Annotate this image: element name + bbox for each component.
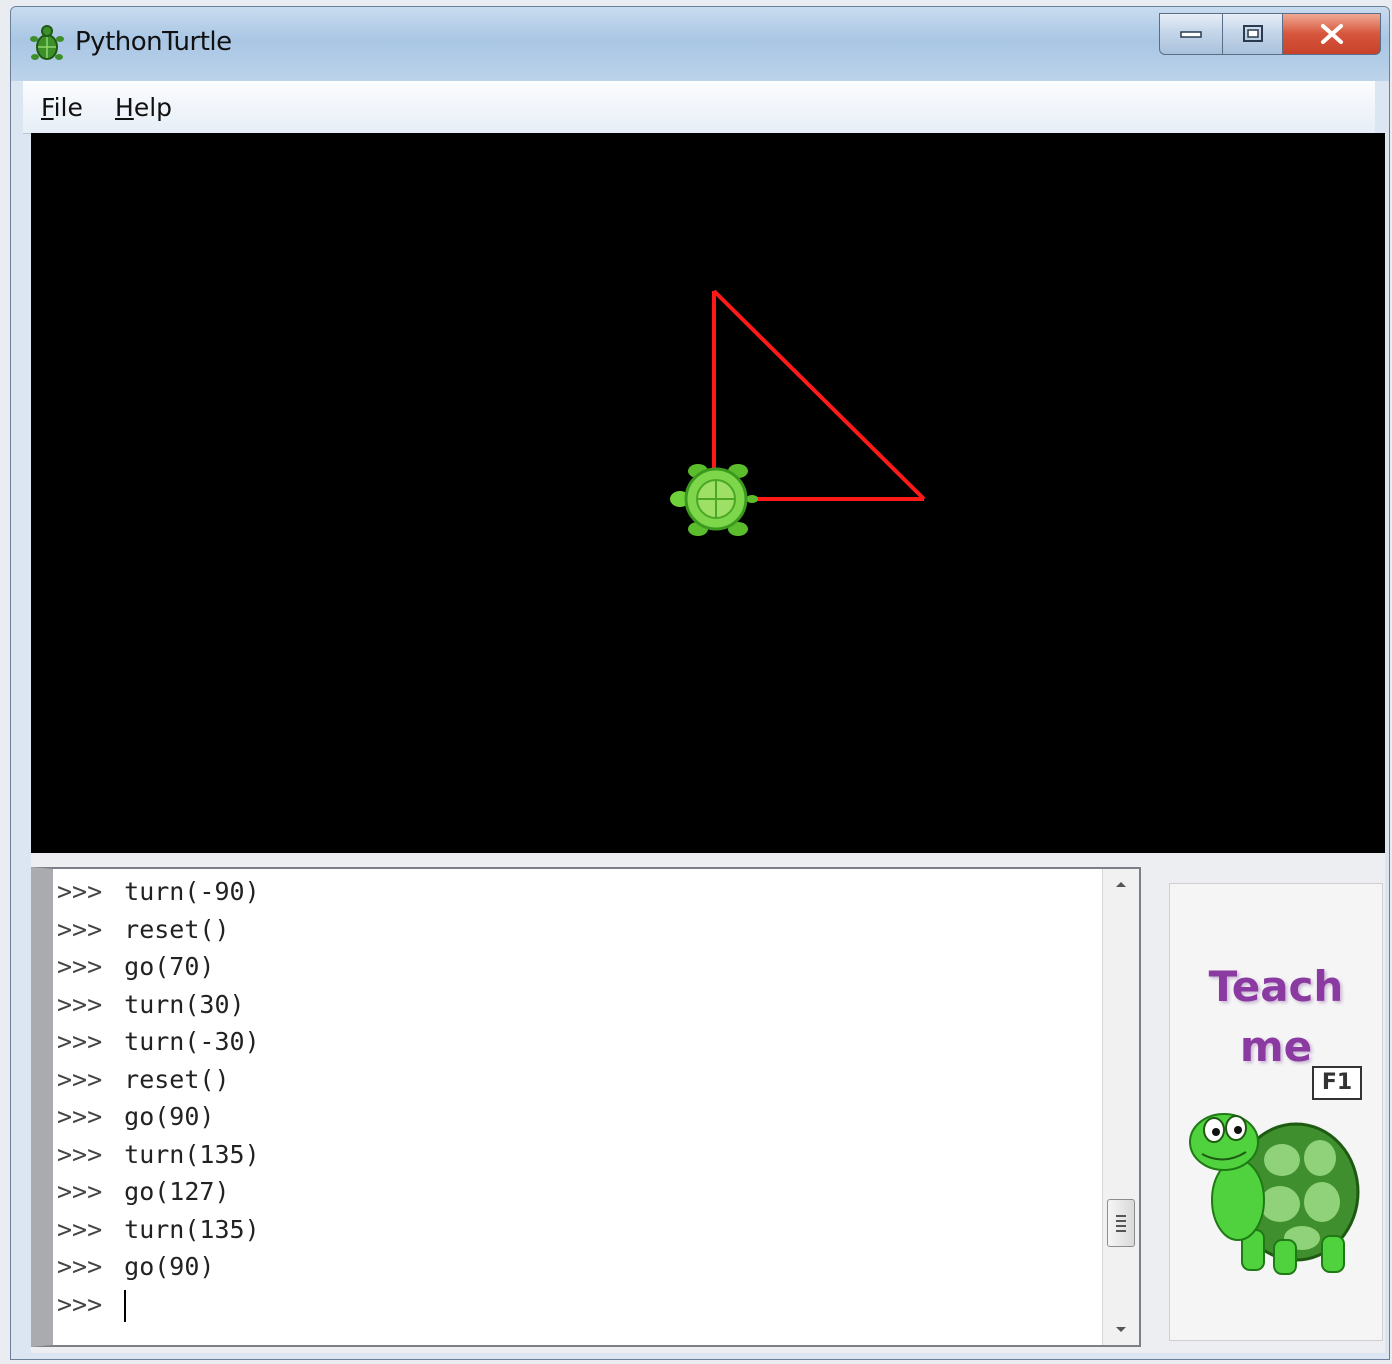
drawing-surface: [670, 289, 926, 536]
close-button[interactable]: [1283, 13, 1381, 55]
scroll-down-button[interactable]: [1103, 1315, 1139, 1345]
shell-command: turn(135): [124, 1214, 260, 1244]
shell-line: >>> turn(-90): [57, 873, 1097, 911]
shell-prompt: >>>: [57, 877, 103, 906]
shell-console[interactable]: >>> turn(-90) >>> reset() >>> go(70) >>> tur…: [31, 867, 1141, 1347]
minimize-icon: [1180, 31, 1202, 38]
turtle-cursor-icon: [670, 464, 758, 536]
shell-command: go(127): [124, 1177, 230, 1206]
shell-line: >>> turn(135): [57, 1211, 1097, 1249]
shell-command: turn(-30): [124, 1027, 260, 1056]
teach-subtitle: me: [1239, 1022, 1313, 1071]
menu-file[interactable]: File: [41, 93, 83, 122]
turtle-icon: [30, 25, 64, 60]
shell-prompt: >>>: [57, 1252, 103, 1281]
menu-help-accel: H: [115, 93, 134, 122]
shell-command: go(90): [124, 1102, 215, 1131]
shell-prompt: >>>: [57, 914, 103, 944]
close-icon: [1320, 24, 1343, 44]
shell-line: >>> turn(135): [57, 1136, 1097, 1174]
shell-prompt: >>>: [57, 1177, 103, 1206]
f1-shortcut-badge: F1: [1312, 1066, 1362, 1100]
shell-command: turn(-90): [124, 877, 260, 906]
teach-title: Teach: [1208, 962, 1344, 1011]
shell-line: >>> turn(30): [57, 986, 1097, 1024]
shell-prompt: >>>: [57, 1102, 103, 1131]
title-bar[interactable]: PythonTurtle: [11, 7, 1389, 81]
shell-line: >>> go(70): [57, 948, 1097, 986]
shell-history: >>> turn(-90) >>> reset() >>> go(70) >>> tur…: [57, 873, 1097, 1323]
shell-scrollbar[interactable]: [1102, 869, 1139, 1345]
scroll-thumb[interactable]: [1107, 1199, 1135, 1247]
shell-prompt: >>>: [57, 1289, 103, 1319]
shell-prompt: >>>: [57, 1027, 103, 1056]
minimize-button[interactable]: [1159, 13, 1223, 55]
shell-input-line[interactable]: >>>: [57, 1286, 1097, 1324]
menu-help[interactable]: Help: [115, 93, 172, 122]
grip-icon: [1116, 1215, 1126, 1232]
shell-line: >>> go(127): [57, 1173, 1097, 1211]
chevron-down-icon: [1116, 1327, 1126, 1332]
shell-line: >>> reset(): [57, 911, 1097, 949]
bottom-panel: >>> turn(-90) >>> reset() >>> go(70) >>> tur…: [31, 853, 1385, 1353]
menu-bar: File Help: [23, 81, 1375, 134]
shell-prompt: >>>: [57, 1139, 103, 1169]
shell-command: reset(): [124, 914, 230, 944]
turtle-mascot-icon: [1189, 1113, 1360, 1275]
shell-line: >>> go(90): [57, 1248, 1097, 1286]
teach-me-button[interactable]: Teach me F1: [1169, 883, 1383, 1341]
text-cursor: [124, 1289, 127, 1322]
chevron-up-icon: [1116, 882, 1126, 887]
shell-command: go(70): [124, 952, 215, 981]
maximize-icon: [1242, 25, 1263, 42]
shell-line: >>> turn(-30): [57, 1023, 1097, 1061]
window-controls: [1159, 13, 1381, 57]
turtle-canvas[interactable]: [31, 133, 1385, 853]
app-window: PythonTurtle File Help >>> turn(-90) >>>…: [10, 6, 1390, 1360]
shell-prompt: >>>: [57, 1064, 103, 1094]
menu-file-label: ile: [53, 93, 83, 122]
shell-prompt: >>>: [57, 952, 103, 981]
menu-help-label: elp: [133, 93, 173, 122]
shell-command: reset(): [124, 1064, 230, 1094]
shell-line: >>> go(90): [57, 1098, 1097, 1136]
shell-prompt: >>>: [57, 1214, 103, 1244]
shell-prompt: >>>: [57, 989, 103, 1019]
scroll-up-button[interactable]: [1103, 869, 1139, 899]
shell-command: go(90): [124, 1252, 215, 1281]
window-title: PythonTurtle: [75, 27, 232, 57]
shell-command: turn(135): [124, 1139, 260, 1169]
maximize-button[interactable]: [1223, 13, 1283, 55]
shell-command: turn(30): [124, 989, 245, 1019]
menu-file-accel: F: [41, 93, 54, 122]
shell-line: >>> reset(): [57, 1061, 1097, 1099]
